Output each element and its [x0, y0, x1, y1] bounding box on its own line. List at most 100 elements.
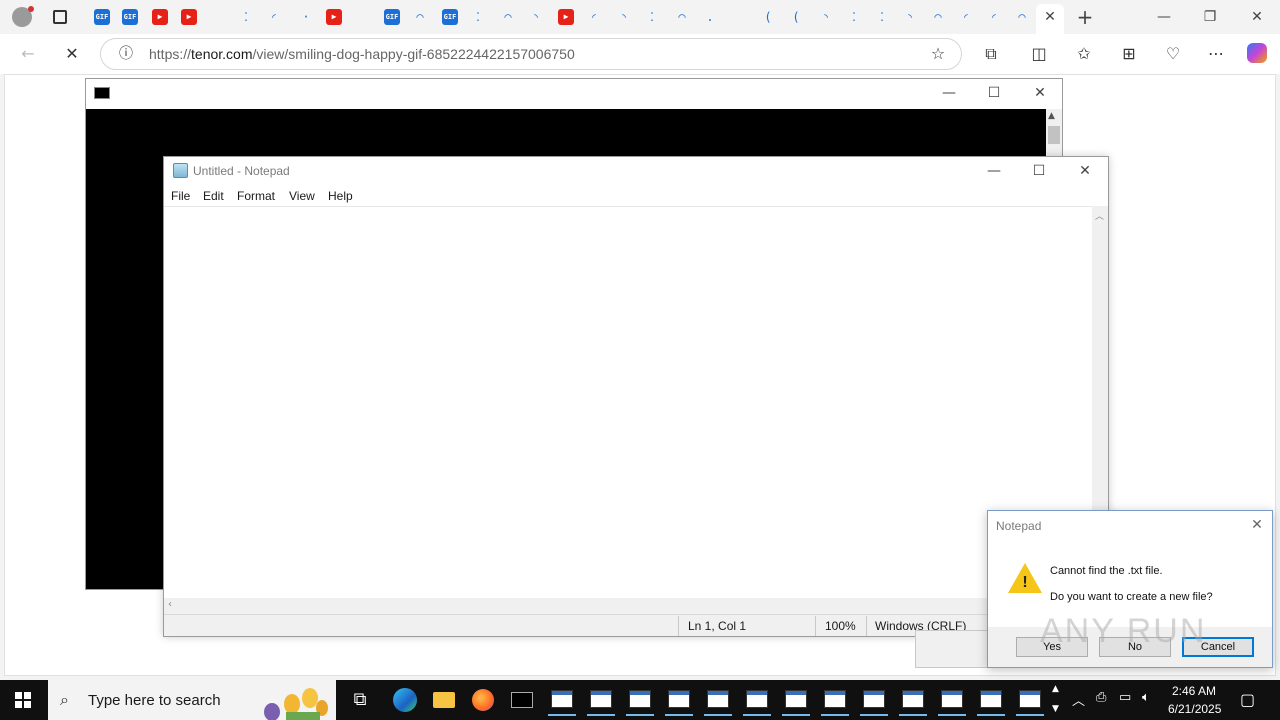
- volume-icon[interactable]: 🔈︎: [1142, 690, 1150, 705]
- menu-format[interactable]: Format: [237, 189, 275, 203]
- menu-view[interactable]: View: [289, 189, 315, 203]
- youtube-icon[interactable]: ▶: [152, 9, 168, 25]
- taskbar-window-button[interactable]: [739, 684, 775, 716]
- notepad-maximize-icon[interactable]: ☐: [1030, 162, 1048, 180]
- loading-icon[interactable]: ◝: [528, 9, 544, 25]
- gif-icon[interactable]: GIF: [384, 9, 400, 25]
- taskbar-scroll-up-icon[interactable]: ▲: [1052, 684, 1059, 694]
- window-thumbnail-icon: [746, 690, 768, 708]
- file-explorer-icon[interactable]: [426, 684, 462, 716]
- youtube-icon[interactable]: ▶: [558, 9, 574, 25]
- taskbar-window-button[interactable]: [817, 684, 853, 716]
- favorite-star-icon[interactable]: ☆: [927, 43, 949, 65]
- loading-icon[interactable]: ◜: [986, 9, 1002, 25]
- youtube-icon[interactable]: ▶: [181, 9, 197, 25]
- console-minimize-icon[interactable]: —: [940, 84, 958, 102]
- minimize-icon[interactable]: —: [1155, 8, 1173, 26]
- menu-edit[interactable]: Edit: [203, 189, 224, 203]
- taskbar-window-button[interactable]: [895, 684, 931, 716]
- scroll-up-icon[interactable]: ︿: [1095, 209, 1104, 222]
- loading-icon[interactable]: ◜: [266, 9, 282, 25]
- taskbar-window-button[interactable]: [700, 684, 736, 716]
- clock-time[interactable]: 2:46 AM: [1172, 684, 1216, 698]
- taskbar-window-button[interactable]: [856, 684, 892, 716]
- taskbar-window-button[interactable]: [973, 684, 1009, 716]
- loading-icon[interactable]: ◝: [902, 9, 918, 25]
- site-info-icon[interactable]: ⓘ: [115, 43, 137, 65]
- dialog-close-icon[interactable]: ✕: [1248, 516, 1266, 534]
- close-window-icon[interactable]: ✕: [1248, 8, 1266, 26]
- loading-icon[interactable]: ◠: [412, 9, 428, 25]
- settings-more-icon[interactable]: ⋯: [1205, 43, 1227, 65]
- loading-icon[interactable]: ◠: [930, 9, 946, 25]
- console-maximize-icon[interactable]: ☐: [985, 84, 1003, 102]
- new-tab-icon[interactable]: +: [1076, 7, 1094, 27]
- edge-app-icon[interactable]: [387, 684, 423, 716]
- cmd-taskbar-icon[interactable]: [504, 684, 540, 716]
- scroll-up-icon[interactable]: ▲: [1048, 111, 1055, 121]
- taskbar-window-button[interactable]: [661, 684, 697, 716]
- gif-icon[interactable]: GIF: [94, 9, 110, 25]
- firefox-icon[interactable]: [465, 684, 501, 716]
- search-placeholder: Type here to search: [88, 692, 221, 709]
- task-view-icon[interactable]: ⧉: [342, 684, 378, 716]
- loading-icon[interactable]: (: [760, 9, 776, 25]
- gif-icon[interactable]: GIF: [442, 9, 458, 25]
- gif-icon[interactable]: GIF: [122, 9, 138, 25]
- loading-icon[interactable]: ·: [298, 9, 314, 25]
- stop-loading-icon[interactable]: ✕: [61, 43, 83, 65]
- copilot-icon[interactable]: [1247, 43, 1267, 63]
- taskbar-window-button[interactable]: [934, 684, 970, 716]
- warning-mark: !: [1022, 574, 1028, 591]
- restore-icon[interactable]: ❐: [1201, 8, 1219, 26]
- browser-essentials-icon[interactable]: ♡: [1162, 43, 1184, 65]
- taskbar-window-button[interactable]: [583, 684, 619, 716]
- favorites-icon[interactable]: ✩: [1073, 43, 1095, 65]
- collections-icon[interactable]: ⊞: [1118, 43, 1140, 65]
- loading-icon[interactable]: ◜: [958, 9, 974, 25]
- show-hidden-icons-icon[interactable]: ︿: [1072, 690, 1085, 709]
- loading-icon[interactable]: ⁚: [846, 9, 862, 25]
- youtube-icon[interactable]: ▶: [326, 9, 342, 25]
- extensions-icon[interactable]: ⧉: [980, 43, 1002, 65]
- loading-icon[interactable]: ◝: [818, 9, 834, 25]
- url-text[interactable]: https://tenor.com/view/smiling-dog-happy…: [149, 46, 575, 62]
- loading-icon[interactable]: (: [788, 9, 804, 25]
- taskbar-window-button[interactable]: [778, 684, 814, 716]
- notepad-horizontal-scrollbar[interactable]: [164, 598, 1092, 614]
- split-screen-icon[interactable]: ◫: [1028, 43, 1050, 65]
- loading-icon[interactable]: ◝: [616, 9, 632, 25]
- tab-actions-icon[interactable]: [53, 10, 67, 24]
- url-path: /view/smiling-dog-happy-gif-685222442215…: [252, 46, 575, 62]
- notepad-text-area[interactable]: [164, 206, 1092, 598]
- loading-icon[interactable]: ⁚: [874, 9, 890, 25]
- taskbar-window-button[interactable]: [622, 684, 658, 716]
- scroll-left-icon[interactable]: ‹: [168, 599, 172, 610]
- console-scroll-thumb[interactable]: [1048, 126, 1060, 144]
- running-indicator: [821, 714, 849, 716]
- loading-icon[interactable]: ⁚: [644, 9, 660, 25]
- loading-icon[interactable]: ◜: [586, 9, 602, 25]
- action-center-icon[interactable]: ▢: [1240, 690, 1255, 709]
- notepad-close-icon[interactable]: ✕: [1076, 162, 1094, 180]
- menu-file[interactable]: File: [171, 189, 190, 203]
- loading-icon[interactable]: ⁚: [238, 9, 254, 25]
- loading-icon[interactable]: ◠: [500, 9, 516, 25]
- taskbar-window-button[interactable]: [544, 684, 580, 716]
- close-tab-icon[interactable]: ✕: [1041, 8, 1059, 26]
- meet-now-icon[interactable]: ⎙: [1096, 690, 1106, 705]
- running-indicator: [626, 714, 654, 716]
- taskbar-window-button[interactable]: [1012, 684, 1048, 716]
- network-icon[interactable]: ▭: [1119, 690, 1131, 705]
- loading-icon[interactable]: ◠: [674, 9, 690, 25]
- taskbar-scroll-down-icon[interactable]: ▼: [1052, 704, 1059, 714]
- notepad-minimize-icon[interactable]: —: [985, 162, 1003, 180]
- back-icon[interactable]: ←: [17, 43, 39, 65]
- console-close-icon[interactable]: ✕: [1031, 84, 1049, 102]
- loading-icon[interactable]: ◠: [1014, 9, 1030, 25]
- menu-help[interactable]: Help: [328, 189, 353, 203]
- clock-date[interactable]: 6/21/2025: [1168, 702, 1221, 716]
- loading-icon[interactable]: .: [702, 9, 718, 25]
- loading-icon[interactable]: ⁚: [470, 9, 486, 25]
- window-thumbnail-icon: [551, 690, 573, 708]
